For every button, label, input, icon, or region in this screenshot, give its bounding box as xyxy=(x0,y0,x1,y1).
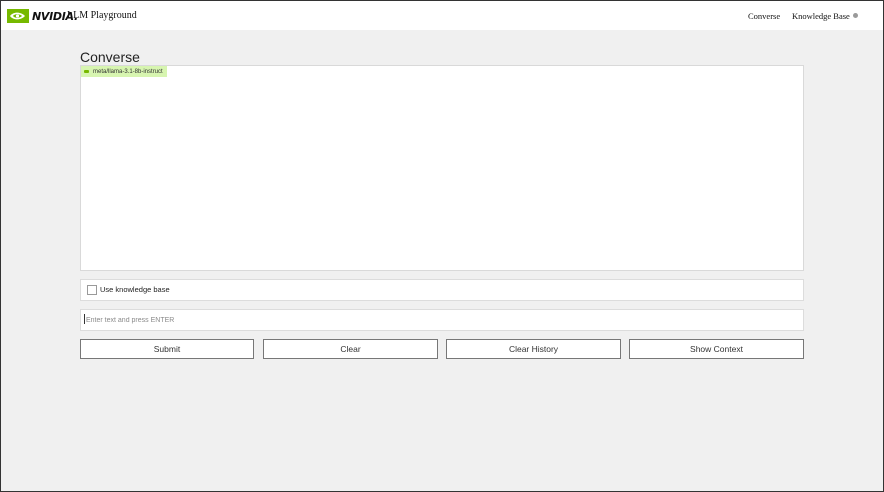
page-title: Converse xyxy=(80,49,140,66)
model-badge: meta/llama-3.1-8b-instruct xyxy=(81,66,167,77)
nvidia-eye-icon xyxy=(7,9,29,23)
show-context-button[interactable]: Show Context xyxy=(629,339,804,359)
clear-button[interactable]: Clear xyxy=(263,339,438,359)
text-caret xyxy=(84,314,85,324)
message-input[interactable] xyxy=(81,310,803,330)
use-knowledge-base-label: Use knowledge base xyxy=(100,285,170,294)
nav-converse[interactable]: Converse xyxy=(748,11,780,21)
nav-knowledge-base[interactable]: Knowledge Base xyxy=(792,11,850,21)
use-knowledge-base-checkbox[interactable] xyxy=(87,285,97,295)
app-title: LLM Playground xyxy=(67,10,137,21)
clear-history-button[interactable]: Clear History xyxy=(446,339,621,359)
settings-icon[interactable] xyxy=(853,13,858,18)
chat-history-panel[interactable]: meta/llama-3.1-8b-instruct xyxy=(80,65,804,271)
top-navbar: NVIDIA. LLM Playground Converse Knowledg… xyxy=(1,1,883,30)
knowledge-base-toggle-row: Use knowledge base xyxy=(80,279,804,301)
submit-button[interactable]: Submit xyxy=(80,339,254,359)
model-name: meta/llama-3.1-8b-instruct xyxy=(93,68,163,75)
message-input-container xyxy=(80,309,804,331)
model-tag-icon xyxy=(84,70,89,73)
